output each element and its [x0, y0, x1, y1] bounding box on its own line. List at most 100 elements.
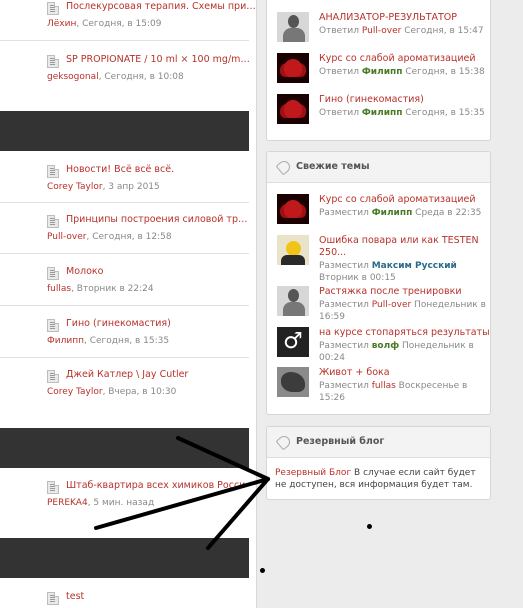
topic-author[interactable]: fullas — [47, 284, 71, 294]
entry-author[interactable]: Филипп — [372, 208, 413, 218]
topic-title[interactable]: Послекурсовая терапия. Схемы при… — [66, 1, 256, 12]
divider — [0, 357, 249, 358]
avatar[interactable] — [277, 12, 309, 42]
meta-prefix: Разместил — [319, 341, 372, 351]
meta-prefix: Разместил — [319, 300, 372, 310]
topic-time: , Сегодня, в 15:09 — [76, 19, 162, 29]
topic-author[interactable]: Corey Taylor — [47, 182, 103, 192]
topic-time: , 3 апр 2015 — [102, 182, 160, 192]
reserve-blog-text: Резервный Блог В случае если сайт будет … — [275, 467, 485, 491]
meta-time: Сегодня, в 15:35 — [402, 108, 485, 118]
topic-author[interactable]: Pull-over — [47, 232, 86, 242]
topic-meta: PEREKA4, 5 мин. назад — [47, 498, 154, 508]
meta-prefix: Ответил — [319, 26, 362, 36]
avatar[interactable] — [277, 367, 309, 397]
topic-author[interactable]: Филипп — [47, 336, 84, 346]
dot-mark — [367, 524, 372, 529]
latest-replies-box: АНАЛИЗАТОР-РЕЗУЛЬТАТОР Ответил Pull-over… — [266, 0, 491, 141]
meta-prefix: Разместил — [319, 208, 372, 218]
section-header-band — [0, 538, 249, 578]
document-icon — [47, 319, 59, 332]
topic-time: , Сегодня, в 12:58 — [86, 232, 172, 242]
topic-time: , Сегодня, в 15:35 — [83, 336, 170, 346]
fresh-topics-box: Свежие темы Курс со слабой ароматизацией… — [266, 151, 491, 415]
entry-title[interactable]: АНАЛИЗАТОР-РЕЗУЛЬТАТОР — [319, 12, 491, 24]
entry-title[interactable]: Ошибка повара или как TESTEN 250... — [319, 235, 491, 259]
topic-author[interactable]: Corey Taylor — [47, 387, 103, 397]
topic-title[interactable]: Принципы построения силовой тр… — [66, 214, 256, 225]
entry-meta: Ответил Pull-over Сегодня, в 15:47 — [319, 25, 491, 37]
topic-meta: Corey Taylor, 3 апр 2015 — [47, 182, 160, 192]
document-icon — [47, 165, 59, 178]
document-icon — [47, 267, 59, 280]
avatar[interactable] — [277, 235, 309, 265]
document-icon — [47, 592, 59, 605]
topic-author[interactable]: Лёхин — [47, 19, 76, 29]
entry-meta: Разместил fullas Воскресенье в 15:26 — [319, 380, 491, 404]
topic-author[interactable]: geksogonal — [47, 72, 99, 82]
document-icon — [47, 2, 59, 15]
topic-title[interactable]: Молоко — [66, 266, 256, 277]
entry-meta: Разместил волф Понедельник в 00:24 — [319, 340, 491, 364]
avatar[interactable] — [277, 94, 309, 124]
entry-title[interactable]: Живот + бока — [319, 367, 491, 379]
topic-title[interactable]: Джей Катлер \ Jay Cutler — [66, 369, 256, 380]
divider — [0, 305, 249, 306]
entry-author[interactable]: Pull-over — [362, 26, 401, 36]
entry-title[interactable]: Курс со слабой ароматизацией — [319, 194, 491, 206]
entry-title[interactable]: Курс со слабой ароматизацией — [319, 53, 491, 65]
topic-meta: fullas, Вторник в 22:24 — [47, 284, 154, 294]
topic-time: , Вчера, в 10:30 — [102, 387, 177, 397]
section-header-band — [0, 428, 249, 468]
entry-meta: Разместил Филипп Среда в 22:35 — [319, 207, 491, 219]
entry-author[interactable]: Максим Русский — [372, 261, 457, 271]
topic-meta: geksogonal, Сегодня, в 10:08 — [47, 72, 184, 82]
topic-time: , 5 мин. назад — [87, 498, 155, 508]
topic-meta: Лёхин, Сегодня, в 15:09 — [47, 19, 162, 29]
tag-icon — [275, 433, 293, 451]
meta-time: Вторник в 00:15 — [319, 273, 396, 283]
reserve-blog-link[interactable]: Резервный Блог — [275, 468, 351, 478]
meta-prefix: Разместил — [319, 381, 372, 391]
reserve-blog-box: Резервный блог Резервный Блог В случае е… — [266, 426, 491, 500]
document-icon — [47, 370, 59, 383]
box-title: Свежие темы — [296, 161, 370, 172]
topic-title[interactable]: Штаб-квартира всех химиков Росси — [66, 480, 256, 491]
entry-author[interactable]: волф — [372, 341, 399, 351]
divider — [0, 253, 249, 254]
topic-title[interactable]: SP PROPIONATE / 10 ml × 100 mg/m… — [66, 54, 256, 65]
male-symbol-icon[interactable]: ♂ — [277, 327, 309, 357]
meta-prefix: Ответил — [319, 108, 362, 118]
entry-author[interactable]: Филипп — [362, 67, 403, 77]
box-header: Резервный блог — [267, 427, 490, 458]
entry-meta: Разместил Pull-over Понедельник в 16:59 — [319, 299, 491, 323]
entry-title[interactable]: Гино (гинекомастия) — [319, 94, 491, 106]
entry-title[interactable]: Растяжка после тренировки — [319, 286, 491, 298]
divider — [0, 202, 249, 203]
topic-title[interactable]: test — [66, 591, 256, 602]
entry-author[interactable]: fullas — [372, 381, 396, 391]
topic-author[interactable]: PEREKA4 — [47, 498, 88, 508]
divider — [0, 40, 249, 41]
topic-meta: Филипп, Сегодня, в 15:35 — [47, 336, 169, 346]
meta-time: Сегодня, в 15:38 — [402, 67, 485, 77]
topic-list-column: Послекурсовая терапия. Схемы при… Лёхин,… — [0, 0, 256, 608]
avatar[interactable] — [277, 53, 309, 83]
topic-title[interactable]: Гино (гинекомастия) — [66, 318, 256, 329]
entry-author[interactable]: Pull-over — [372, 300, 411, 310]
avatar[interactable] — [277, 194, 309, 224]
meta-time: Среда в 22:35 — [412, 208, 482, 218]
document-icon — [47, 481, 59, 494]
entry-author[interactable]: Филипп — [362, 108, 403, 118]
avatar[interactable] — [277, 286, 309, 316]
topic-title[interactable]: Новости! Всё всё всё. — [66, 164, 256, 175]
document-icon — [47, 55, 59, 68]
meta-prefix: Ответил — [319, 67, 362, 77]
meta-time: Сегодня, в 15:47 — [401, 26, 484, 36]
document-icon — [47, 215, 59, 228]
entry-title[interactable]: на курсе стопаряться результаты — [319, 327, 491, 339]
tag-icon — [275, 158, 293, 176]
topic-time: , Сегодня, в 10:08 — [98, 72, 184, 82]
entry-meta: Разместил Максим Русский Вторник в 00:15 — [319, 260, 491, 284]
topic-time: , Вторник в 22:24 — [71, 284, 154, 294]
